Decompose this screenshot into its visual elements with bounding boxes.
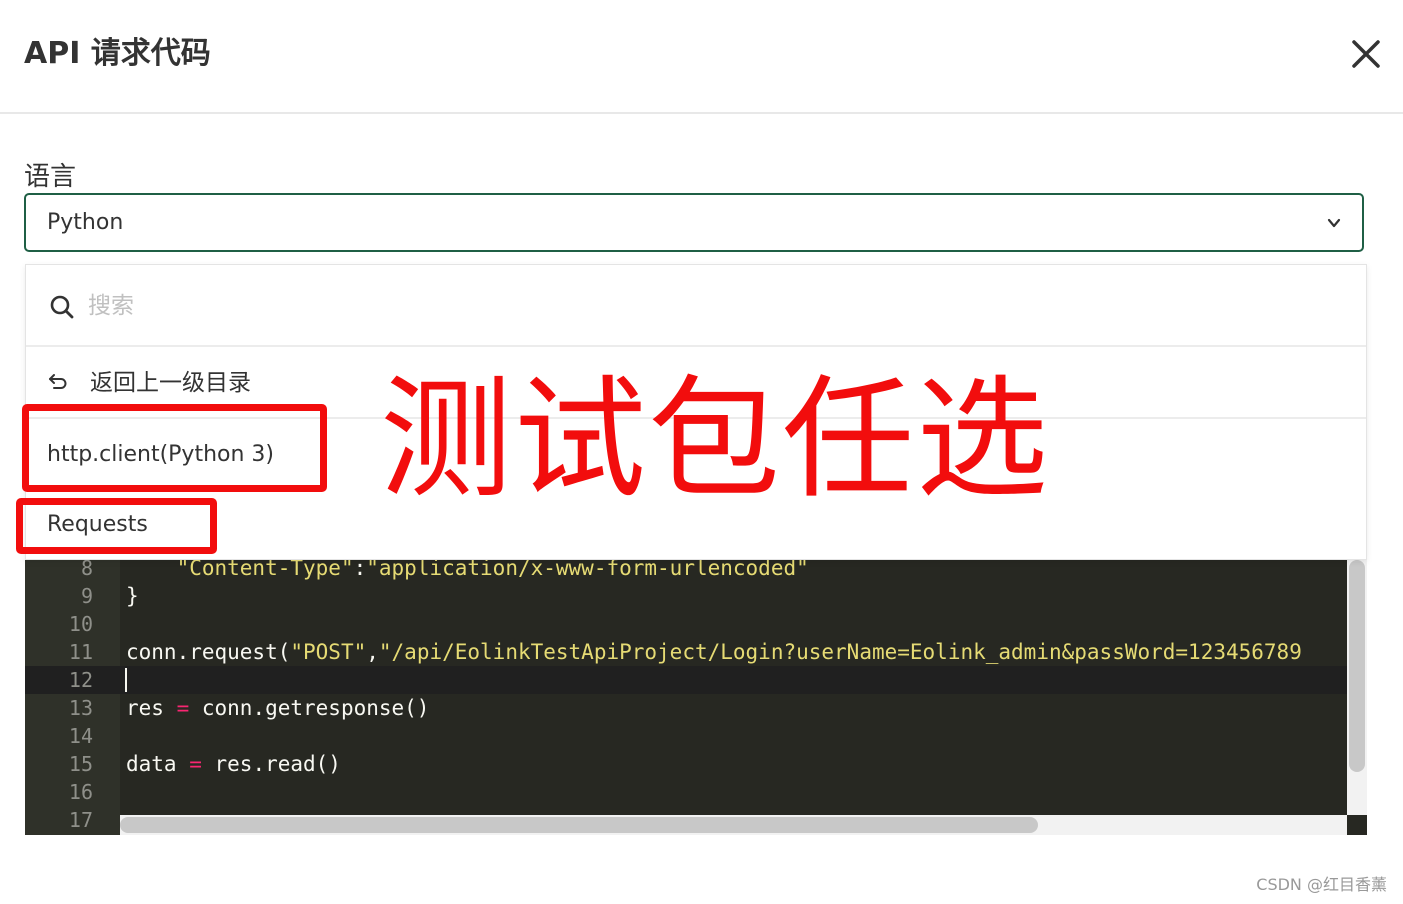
line-number: 16	[68, 780, 93, 804]
code-area[interactable]: "Content-Type":"application/x-www-form-u…	[120, 540, 1347, 815]
language-select[interactable]: Python	[24, 193, 1364, 252]
code-token: data	[126, 752, 190, 776]
line-number: 17	[68, 808, 93, 832]
language-select-value: Python	[47, 210, 124, 235]
line-number: 13	[68, 696, 93, 720]
code-string: "POST"	[290, 640, 367, 664]
code-token: conn.getresponse()	[189, 696, 430, 720]
back-to-parent-label: 返回上一级目录	[90, 370, 251, 396]
line-number: 12	[68, 668, 93, 692]
return-arrow-icon	[49, 374, 67, 389]
close-button[interactable]	[1346, 34, 1386, 74]
watermark: CSDN @红目香薰	[1256, 875, 1387, 894]
code-token: }	[126, 584, 139, 608]
line-number: 11	[68, 640, 93, 664]
line-number: 15	[68, 752, 93, 776]
vertical-scrollbar-thumb[interactable]	[1349, 560, 1365, 772]
dialog-title: API 请求代码	[24, 36, 211, 71]
search-icon	[50, 295, 74, 319]
line-number: 10	[68, 612, 93, 636]
language-label: 语言	[24, 162, 77, 192]
code-line: res = conn.getresponse()	[126, 694, 429, 722]
annotation-box-requests	[16, 498, 217, 554]
dropdown-search-row	[26, 265, 1366, 347]
code-operator: =	[189, 752, 202, 776]
line-number: 9	[80, 584, 93, 608]
code-token: res	[126, 696, 177, 720]
code-token: res.read()	[201, 752, 341, 776]
annotation-text: 测试包任选	[380, 363, 1050, 517]
text-cursor	[125, 668, 127, 692]
code-token: conn.request(	[126, 640, 291, 664]
code-operator: =	[176, 696, 190, 720]
code-editor[interactable]: 8 9 10 11 12 13 14 15 16 17 "Content-Type":"appli…	[25, 540, 1367, 835]
horizontal-scrollbar-thumb[interactable]	[120, 817, 1038, 833]
close-icon	[1352, 40, 1380, 68]
code-line: conn.request("POST","/api/EolinkTestApiP…	[126, 638, 1302, 666]
code-line: }	[126, 582, 139, 610]
code-line: data = res.read()	[126, 750, 341, 778]
code-string: "/api/EolinkTestApiProject/Login?userNam…	[378, 640, 1302, 664]
code-token: ,	[366, 640, 379, 664]
annotation-box-http-client	[22, 404, 327, 492]
dialog-header: API 请求代码	[0, 0, 1403, 114]
chevron-down-icon	[1327, 218, 1341, 228]
dropdown-search-input[interactable]	[86, 287, 690, 325]
line-number: 14	[68, 724, 93, 748]
